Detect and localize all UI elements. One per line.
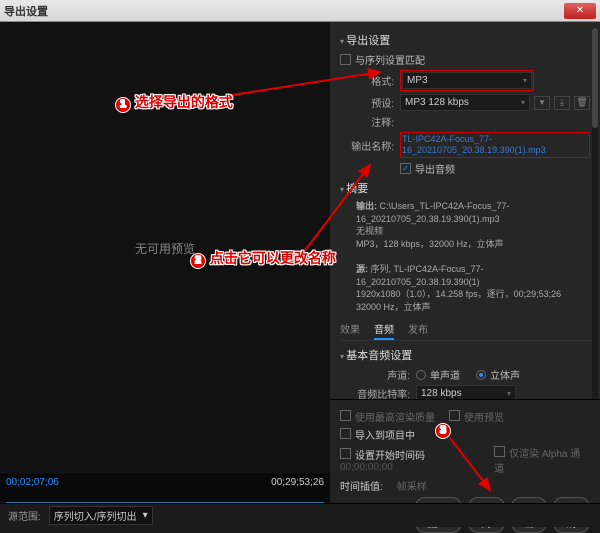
match-seq-label: 与序列设置匹配 [355, 52, 425, 67]
format-label: 格式: [340, 73, 394, 88]
import-project-checkbox[interactable] [340, 428, 351, 439]
timeline[interactable]: 00;02;07;06 00;29;53;26 [0, 474, 330, 502]
window-title: 导出设置 [4, 3, 48, 19]
chevron-down-icon: ▾ [143, 510, 148, 521]
export-section-title: 导出设置 [340, 32, 590, 48]
range-select[interactable]: 序列切入/序列切出 ▾ [49, 506, 153, 525]
audio-section-title: 基本音频设置 [340, 347, 590, 363]
output-name-highlight: TL-IPC42A-Focus_77-16_20210705_20.38.19.… [400, 132, 590, 158]
output-name-label: 输出名称: [340, 138, 394, 153]
channel-label: 声道: [340, 367, 410, 382]
export-audio-checkbox[interactable]: ✓ [400, 163, 411, 174]
format-select[interactable]: MP3 ▾ [402, 72, 532, 89]
close-button[interactable]: ✕ [564, 3, 596, 19]
start-tc-checkbox[interactable] [340, 448, 351, 459]
comment-label: 注释: [340, 114, 394, 129]
radio-stereo[interactable]: 立体声 [476, 367, 520, 382]
summary-title: 摘要 [340, 180, 590, 196]
titlebar: 导出设置 ✕ [0, 0, 600, 22]
preset-select[interactable]: MP3 128 kbps ▾ [400, 94, 530, 111]
import-preset-icon[interactable]: ⤓ [554, 96, 570, 110]
tabs: 效果 音频 发布 [340, 319, 590, 341]
tab-effects[interactable]: 效果 [340, 319, 360, 340]
summary-block: 输出: C:\Users_TL-IPC42A-Focus_77-16_20210… [356, 200, 590, 313]
export-audio-label: 导出音频 [415, 161, 455, 176]
format-highlight: MP3 ▾ [400, 70, 534, 91]
bottom-options: 使用最高渲染质量 使用预览 导入到项目中 设置开始时间码 00;00;00;00… [330, 399, 600, 503]
no-preview-label: 无可用预览 [135, 240, 195, 257]
tc-right: 00;29;53;26 [271, 477, 324, 488]
tab-publish[interactable]: 发布 [408, 319, 428, 340]
match-seq-checkbox[interactable] [340, 54, 351, 65]
use-preview-checkbox[interactable] [449, 410, 460, 421]
tab-audio[interactable]: 音频 [374, 319, 394, 340]
preset-label: 预设: [340, 95, 394, 110]
statusbar: 源范围: 序列切入/序列切出 ▾ [0, 503, 600, 527]
radio-mono[interactable]: 单声道 [416, 367, 460, 382]
tc-left: 00;02;07;06 [6, 477, 59, 488]
save-preset-icon[interactable]: ▾ [534, 96, 550, 110]
window-buttons: ✕ [564, 3, 596, 19]
alpha-checkbox[interactable] [494, 446, 505, 457]
range-label: 源范围: [8, 508, 41, 523]
delete-preset-icon[interactable]: 🗑 [574, 96, 590, 110]
chevron-down-icon: ▾ [507, 389, 511, 398]
max-render-checkbox[interactable] [340, 410, 351, 421]
preview-pane: 无可用预览 00;02;07;06 00;29;53;26 [0, 22, 330, 502]
chevron-down-icon: ▾ [523, 76, 527, 85]
chevron-down-icon: ▾ [521, 98, 525, 107]
output-name-link[interactable]: TL-IPC42A-Focus_77-16_20210705_20.38.19.… [402, 134, 546, 155]
